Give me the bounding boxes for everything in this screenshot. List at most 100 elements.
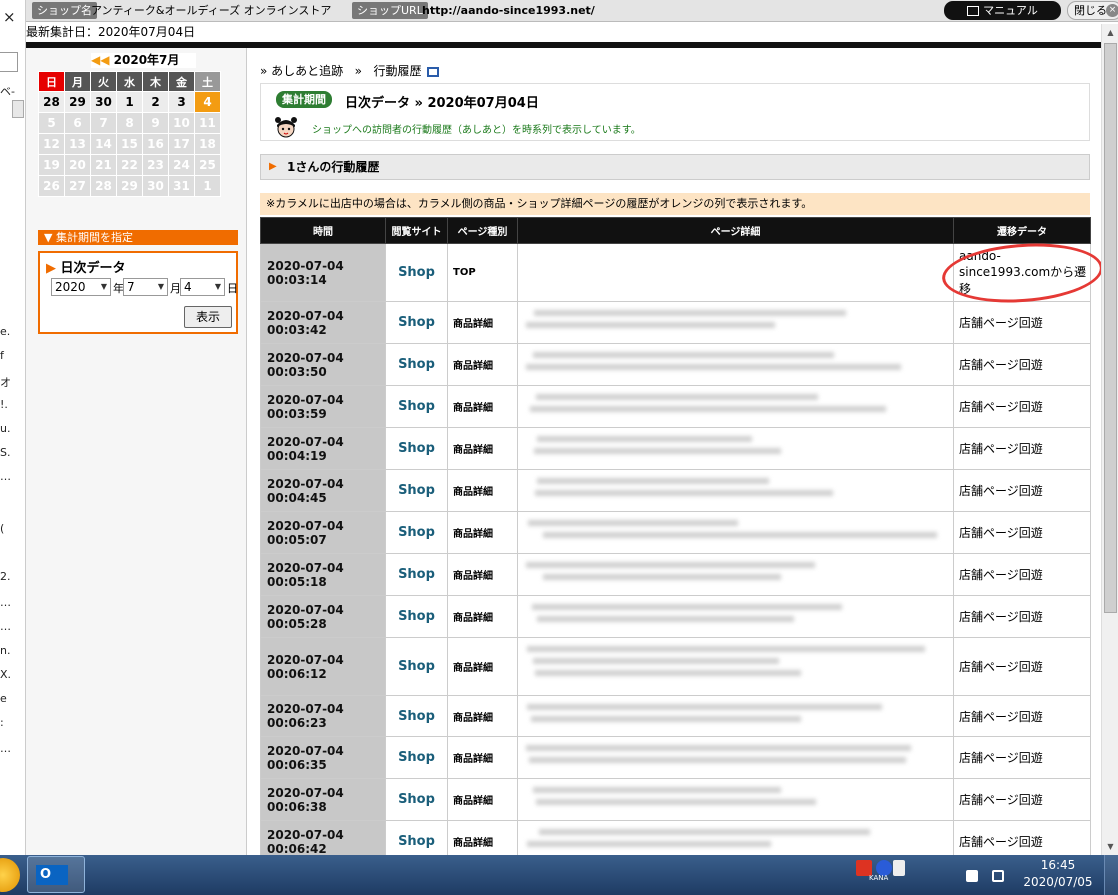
calendar-day[interactable]: 1 bbox=[117, 92, 142, 112]
table-row: 2020-07-04 00:06:42 Shop 商品詳細 店舗ページ回遊 bbox=[260, 820, 1091, 855]
cell-site-link[interactable]: Shop bbox=[385, 820, 448, 855]
period-type-title: ▶ 日次データ bbox=[46, 257, 126, 276]
calendar-weekday: 日 bbox=[39, 72, 64, 91]
calendar-day[interactable]: 3 bbox=[169, 92, 194, 112]
calendar-day: 24 bbox=[169, 155, 194, 175]
background-window-strip: × ベ-e. f オ!. u. S.…(2.…… n. X. e:… bbox=[0, 0, 26, 855]
prev-month-icon[interactable]: ◀◀ bbox=[91, 53, 109, 67]
col-transition-header: 遷移データ bbox=[953, 217, 1091, 244]
network-icon[interactable] bbox=[992, 870, 1004, 882]
sidebar: ◀◀ 2020年7月 日月火水木金土 28 29 30 1 2 3 4 5 6 7 8 9 10 11 12… bbox=[26, 48, 247, 855]
cell-page-type: 商品詳細 bbox=[447, 511, 518, 554]
manual-button[interactable]: マニュアル bbox=[944, 1, 1061, 20]
cell-page-detail bbox=[517, 301, 954, 344]
cell-site-link[interactable]: Shop bbox=[385, 427, 448, 470]
cell-site-link[interactable]: Shop bbox=[385, 778, 448, 821]
background-text: n. bbox=[0, 644, 11, 657]
chevron-down-icon: ▼ bbox=[100, 282, 107, 291]
section-header: ▶ 1さんの行動履歴 bbox=[260, 154, 1090, 180]
blurred-line bbox=[526, 841, 772, 847]
cell-site-link[interactable]: Shop bbox=[385, 637, 448, 696]
cell-site-link[interactable]: Shop bbox=[385, 695, 448, 737]
shop-url[interactable]: http://aando-since1993.net/ bbox=[422, 2, 595, 19]
blurred-line bbox=[533, 448, 781, 454]
background-text: f bbox=[0, 349, 4, 362]
flag-icon[interactable] bbox=[966, 870, 978, 882]
cell-site-link[interactable]: Shop bbox=[385, 553, 448, 596]
close-button[interactable]: 閉じる × bbox=[1067, 1, 1118, 20]
calendar-day: 6 bbox=[65, 113, 90, 133]
calendar-day[interactable]: 30 bbox=[91, 92, 116, 112]
calendar-day: 19 bbox=[39, 155, 64, 175]
cell-transition: 店舗ページ回遊 bbox=[953, 595, 1091, 638]
description-text: ショップへの訪問者の行動履歴（あしあと）を時系列で表示しています。 bbox=[312, 125, 641, 136]
scroll-down-icon[interactable]: ▼ bbox=[1102, 838, 1118, 855]
cell-time: 2020-07-04 00:03:50 bbox=[260, 343, 386, 386]
chevron-down-icon: ▼ bbox=[44, 231, 53, 244]
period-text: 日次データ » 2020年07月04日 bbox=[345, 96, 539, 111]
table-row: 2020-07-04 00:05:18 Shop 商品詳細 店舗ページ回遊 bbox=[260, 553, 1091, 596]
blurred-detail bbox=[518, 344, 953, 385]
calendar-weekday: 土 bbox=[195, 72, 220, 91]
cell-page-type: 商品詳細 bbox=[447, 595, 518, 638]
calendar-day[interactable]: 4 bbox=[195, 92, 220, 112]
show-desktop-button[interactable] bbox=[1104, 855, 1118, 895]
cell-site-link[interactable]: Shop bbox=[385, 385, 448, 428]
calendar-day[interactable]: 28 bbox=[39, 92, 64, 112]
cell-site-link[interactable]: Shop bbox=[385, 243, 448, 302]
cell-site-link[interactable]: Shop bbox=[385, 343, 448, 386]
close-label: 閉じる bbox=[1074, 4, 1107, 17]
blurred-line bbox=[527, 646, 925, 652]
month-select[interactable]: 7 ▼ bbox=[123, 278, 168, 296]
show-button[interactable]: 表示 bbox=[184, 306, 232, 328]
background-text: e. bbox=[0, 325, 11, 338]
year-select[interactable]: 2020 ▼ bbox=[51, 278, 111, 296]
calendar-day: 25 bbox=[195, 155, 220, 175]
background-text: 2. bbox=[0, 570, 11, 583]
calendar-day: 15 bbox=[117, 134, 142, 154]
cell-time: 2020-07-04 00:05:18 bbox=[260, 553, 386, 596]
table-row: 2020-07-04 00:03:50 Shop 商品詳細 店舗ページ回遊 bbox=[260, 343, 1091, 386]
taskbar-outlook[interactable]: O bbox=[27, 856, 85, 893]
cell-site-link[interactable]: Shop bbox=[385, 595, 448, 638]
cell-time: 2020-07-04 00:06:23 bbox=[260, 695, 386, 737]
calendar-day[interactable]: 2 bbox=[143, 92, 168, 112]
scrollbar-thumb[interactable] bbox=[1104, 43, 1117, 613]
clock-date: 2020/07/05 bbox=[1023, 875, 1093, 889]
cell-site-link[interactable]: Shop bbox=[385, 469, 448, 512]
background-scroll-thumb[interactable] bbox=[12, 100, 24, 118]
cell-transition: 店舗ページ回遊 bbox=[953, 695, 1091, 737]
calendar-day: 31 bbox=[169, 176, 194, 196]
col-time-header: 時間 bbox=[260, 217, 386, 244]
calendar-day: 23 bbox=[143, 155, 168, 175]
page-scrollbar[interactable]: ▲ ▼ bbox=[1101, 24, 1118, 855]
start-button[interactable] bbox=[0, 858, 20, 892]
ime-icon[interactable] bbox=[893, 860, 905, 876]
cell-page-detail bbox=[517, 778, 954, 821]
cell-time: 2020-07-04 00:06:12 bbox=[260, 637, 386, 696]
background-text: … bbox=[0, 596, 11, 609]
calendar-day[interactable]: 29 bbox=[65, 92, 90, 112]
calendar-day: 26 bbox=[39, 176, 64, 196]
close-icon[interactable]: × bbox=[3, 8, 16, 26]
blurred-line bbox=[533, 310, 846, 316]
blurred-line bbox=[535, 394, 818, 400]
clock[interactable]: 16:45 2020/07/05 bbox=[1018, 857, 1098, 891]
latest-date: 最新集計日：2020年07月04日 bbox=[26, 25, 196, 39]
cell-site-link[interactable]: Shop bbox=[385, 736, 448, 779]
cell-time: 2020-07-04 00:03:14 bbox=[260, 243, 386, 302]
cell-site-link[interactable]: Shop bbox=[385, 301, 448, 344]
background-text: X. bbox=[0, 668, 12, 681]
cell-page-detail bbox=[517, 243, 954, 302]
calendar-day: 16 bbox=[143, 134, 168, 154]
breadcrumb-footprint[interactable]: あしあと追跡 bbox=[271, 64, 343, 78]
background-text: !. bbox=[0, 398, 8, 411]
table-row: 2020-07-04 00:06:23 Shop 商品詳細 店舗ページ回遊 bbox=[260, 695, 1091, 737]
blurred-line bbox=[526, 562, 816, 568]
note-text: ※カラメルに出店中の場合は、カラメル側の商品・ショップ詳細ページの履歴がオレンジ… bbox=[260, 193, 1090, 215]
background-input[interactable] bbox=[0, 52, 18, 72]
blurred-line bbox=[526, 322, 776, 328]
scroll-up-icon[interactable]: ▲ bbox=[1102, 24, 1118, 41]
day-select[interactable]: 4 ▼ bbox=[180, 278, 225, 296]
cell-site-link[interactable]: Shop bbox=[385, 511, 448, 554]
